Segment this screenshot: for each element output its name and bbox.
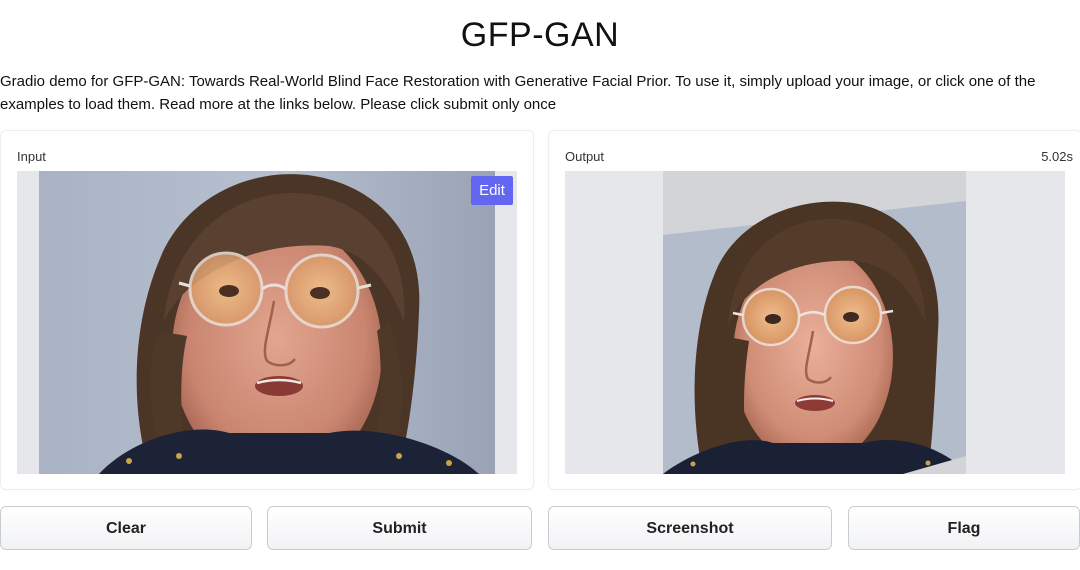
input-image [39, 171, 495, 474]
edit-button[interactable]: Edit [471, 176, 513, 205]
output-image-area [565, 171, 1065, 474]
output-label: Output [565, 149, 605, 164]
submit-button[interactable]: Submit [267, 506, 532, 550]
output-image [663, 171, 966, 474]
input-panel: Input Edit [0, 130, 534, 490]
input-image-area[interactable]: Edit [17, 171, 517, 474]
gradio-app: GFP-GAN Gradio demo for GFP-GAN: Towards… [0, 0, 1080, 570]
output-panel: Output 5.02s [548, 130, 1080, 490]
page-title: GFP-GAN [460, 16, 620, 54]
input-label: Input [17, 149, 46, 164]
page-description: Gradio demo for GFP-GAN: Towards Real-Wo… [0, 73, 1036, 113]
flag-button[interactable]: Flag [848, 506, 1080, 550]
clear-button[interactable]: Clear [0, 506, 252, 550]
screenshot-button[interactable]: Screenshot [548, 506, 832, 550]
processing-time: 5.02s [1041, 149, 1073, 164]
